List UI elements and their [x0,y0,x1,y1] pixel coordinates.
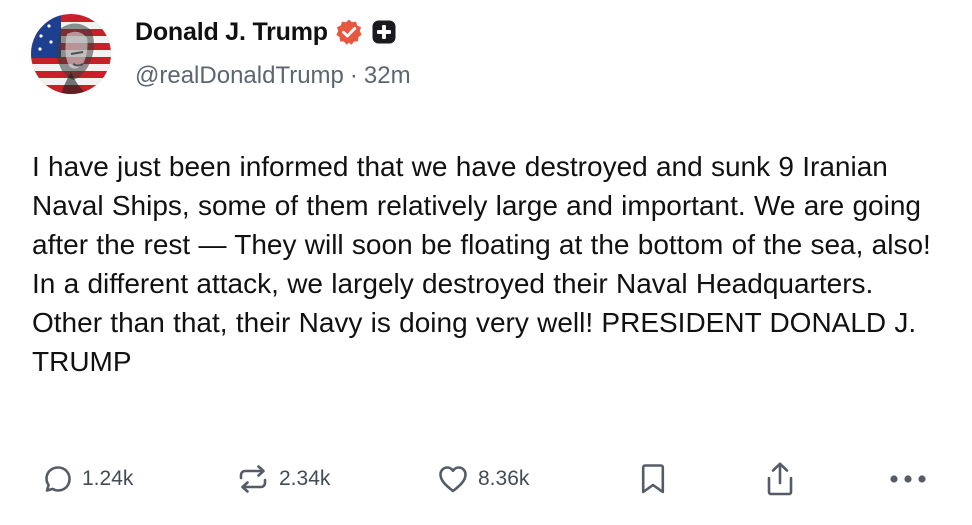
like-count: 8.36k [478,467,530,490]
repost-count: 2.34k [279,467,331,490]
more-options-button[interactable] [888,455,928,503]
meta-separator: · [349,62,358,89]
flag-portrait-avatar-icon [31,14,111,94]
heart-icon [437,464,469,494]
repost-button[interactable]: 2.34k [236,455,330,503]
bookmark-icon [639,462,667,496]
verified-badge-icon [335,18,363,46]
post-card: Donald J. Trump @realDonaldTrump · 32m I h… [0,0,972,525]
reply-bubble-icon [43,464,73,494]
share-button[interactable] [764,455,796,503]
reply-button[interactable]: 1.24k [43,455,133,503]
plus-badge-icon [372,20,396,44]
more-dots-icon [888,473,928,485]
post-body: I have just been informed that we have d… [32,151,931,377]
post-action-bar: 1.24k 2.34k 8.36k [0,455,972,503]
share-upload-icon [764,461,796,497]
author-handle[interactable]: @realDonaldTrump [135,62,344,89]
like-button[interactable]: 8.36k [437,455,529,503]
author-avatar[interactable] [31,14,111,94]
author-name-row: Donald J. Trump [135,16,396,48]
repost-arrows-icon [236,464,270,494]
author-display-name[interactable]: Donald J. Trump [135,18,328,47]
post-timestamp[interactable]: 32m [364,62,411,89]
bookmark-button[interactable] [639,455,667,503]
reply-count: 1.24k [82,467,134,490]
author-meta: @realDonaldTrump · 32m [135,62,411,90]
